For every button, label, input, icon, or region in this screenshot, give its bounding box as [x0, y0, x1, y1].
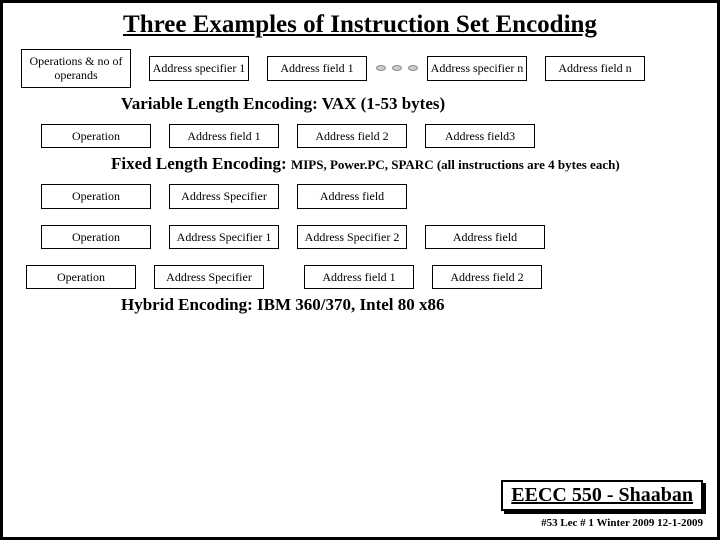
slide: Three Examples of Instruction Set Encodi…	[0, 0, 720, 540]
row-hybrid-1: Operation Address Specifier Address fiel…	[41, 184, 699, 208]
cell-ops: Operations & no of operands	[21, 49, 131, 88]
cell-spec: Address Specifier	[169, 184, 279, 208]
label-variable: Variable Length Encoding: VAX (1-53 byte…	[121, 94, 699, 114]
cell-f2: Address field 2	[297, 124, 407, 148]
cell-op: Operation	[41, 225, 151, 249]
row-hybrid-3: Operation Address Specifier Address fiel…	[26, 265, 699, 289]
page-title: Three Examples of Instruction Set Encodi…	[21, 11, 699, 39]
row-hybrid-2: Operation Address Specifier 1 Address Sp…	[41, 225, 699, 249]
label-hybrid: Hybrid Encoding: IBM 360/370, Intel 80 x…	[121, 295, 699, 315]
footer-meta: #53 Lec # 1 Winter 2009 12-1-2009	[541, 517, 703, 529]
cell-field: Address field	[297, 184, 407, 208]
ellipsis-icon	[367, 65, 427, 71]
cell-field: Address field	[425, 225, 545, 249]
dot-icon	[392, 65, 402, 71]
cell-op: Operation	[26, 265, 136, 289]
label-fixed: Fixed Length Encoding: MIPS, Power.PC, S…	[111, 154, 699, 174]
cell-field1: Address field 1	[267, 56, 367, 80]
footer-course: EECC 550 - Shaaban	[501, 480, 703, 511]
cell-f1: Address field 1	[169, 124, 279, 148]
cell-f3: Address field3	[425, 124, 535, 148]
row-variable: Operations & no of operands Address spec…	[21, 49, 699, 88]
cell-op: Operation	[41, 184, 151, 208]
row-fixed: Operation Address field 1 Address field …	[41, 124, 699, 148]
cell-fieldn: Address field n	[545, 56, 645, 80]
label-fixed-sub: MIPS, Power.PC, SPARC (all instructions …	[291, 157, 620, 172]
cell-spec: Address Specifier	[154, 265, 264, 289]
label-fixed-main: Fixed Length Encoding:	[111, 154, 287, 173]
cell-f2: Address field 2	[432, 265, 542, 289]
cell-spec1: Address specifier 1	[149, 56, 249, 80]
cell-spec1: Address Specifier 1	[169, 225, 279, 249]
cell-op: Operation	[41, 124, 151, 148]
cell-specn: Address specifier n	[427, 56, 527, 80]
dot-icon	[408, 65, 418, 71]
dot-icon	[376, 65, 386, 71]
cell-f1: Address field 1	[304, 265, 414, 289]
cell-spec2: Address Specifier 2	[297, 225, 407, 249]
